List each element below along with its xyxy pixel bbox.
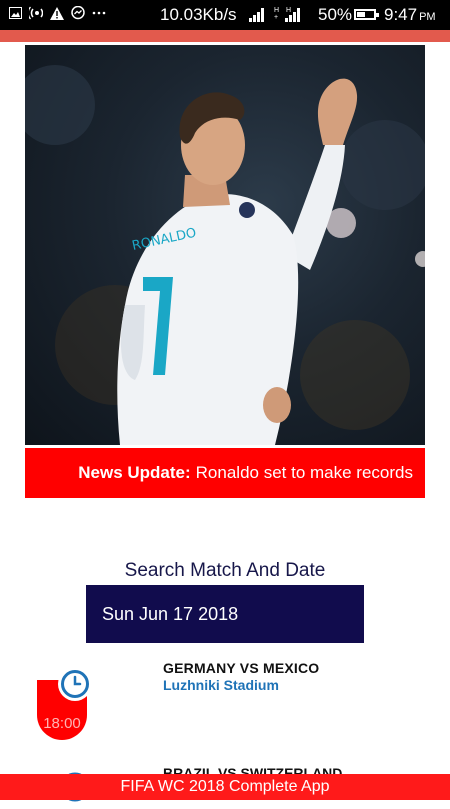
signal-icon bbox=[249, 8, 264, 22]
more-icon bbox=[92, 6, 106, 20]
match-teams[interactable]: GERMANY VS MEXICO bbox=[163, 660, 319, 676]
battery-icon bbox=[354, 9, 379, 20]
news-update-banner[interactable]: News Update: Ronaldo set to make records bbox=[25, 448, 425, 498]
network-type-icon: H + bbox=[274, 7, 280, 21]
status-bar: 10.03Kb/s H + H 50% 9:47 PM bbox=[0, 0, 450, 30]
selected-date: Sun Jun 17 2018 bbox=[102, 603, 239, 624]
hotspot-icon bbox=[29, 6, 43, 20]
news-label: News Update: bbox=[78, 463, 191, 482]
top-accent-band bbox=[0, 30, 450, 42]
app-footer-title: FIFA WC 2018 Complete App bbox=[0, 774, 450, 800]
image-icon bbox=[8, 6, 22, 20]
date-selector[interactable]: Sun Jun 17 2018 bbox=[86, 585, 364, 643]
clock-time: 9:47 PM bbox=[384, 5, 436, 24]
clock-icon bbox=[58, 667, 92, 701]
network-type-icon: H bbox=[286, 7, 292, 14]
news-text: Ronaldo set to make records bbox=[195, 463, 413, 482]
hero-image[interactable]: RONALDO bbox=[25, 45, 425, 445]
messenger-icon bbox=[71, 6, 85, 20]
match-time: 18:00 bbox=[43, 715, 81, 732]
battery-percent: 50% bbox=[318, 5, 353, 24]
warning-icon bbox=[50, 6, 64, 20]
match-venue: Luzhniki Stadium bbox=[163, 677, 279, 693]
network-speed: 10.03Kb/s bbox=[160, 5, 237, 24]
search-heading: Search Match And Date bbox=[124, 560, 326, 581]
